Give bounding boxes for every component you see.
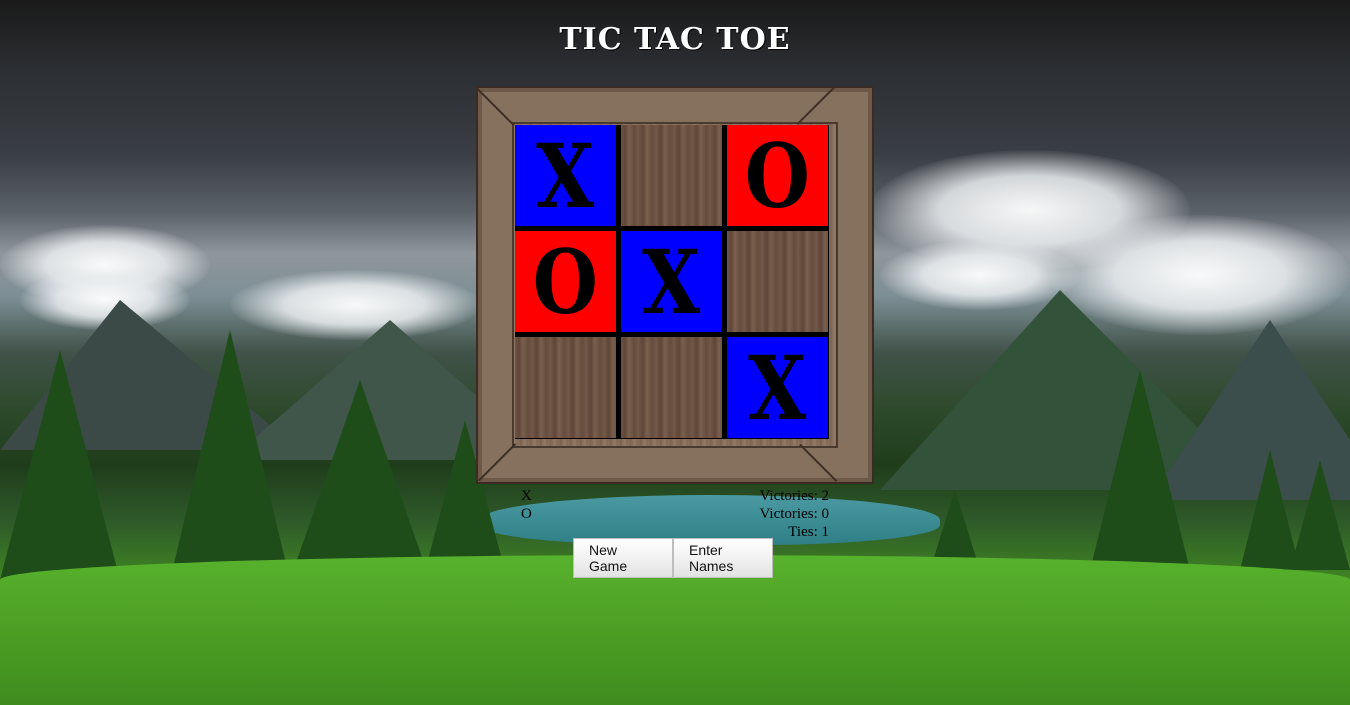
player-labels: X O	[521, 487, 532, 523]
board-cell-2[interactable]	[621, 125, 722, 226]
player-x-victories: Victories: 2	[759, 488, 830, 504]
cell-mark: O	[532, 231, 599, 332]
game-board: X O O X X	[515, 125, 829, 439]
new-game-button[interactable]: New Game	[573, 538, 673, 578]
board-cell-4[interactable]: O	[515, 231, 616, 332]
crate-corner-line	[799, 443, 838, 482]
crate-corner-line	[796, 86, 835, 125]
tree	[1090, 370, 1190, 570]
tree	[0, 350, 120, 580]
player-x-label: X	[521, 488, 532, 504]
crate-corner-line	[478, 443, 517, 482]
enter-names-button[interactable]: Enter Names	[673, 538, 773, 578]
board-cell-3[interactable]: O	[727, 125, 828, 226]
score-values: Victories: 2 Victories: 0 Ties: 1	[740, 487, 830, 541]
board-cell-7[interactable]	[515, 337, 616, 438]
page-title: TIC TAC TOE	[559, 22, 791, 57]
board-cell-1[interactable]: X	[515, 125, 616, 226]
cell-mark: X	[748, 337, 807, 438]
tree	[170, 330, 290, 580]
board-cell-9[interactable]: X	[727, 337, 828, 438]
board-cell-6[interactable]	[727, 231, 828, 332]
cell-mark: X	[642, 231, 701, 332]
tree	[1290, 460, 1350, 570]
tree	[290, 380, 430, 580]
board-cell-8[interactable]	[621, 337, 722, 438]
player-o-label: O	[521, 506, 532, 522]
cell-mark: X	[536, 125, 595, 226]
player-o-victories: Victories: 0	[759, 506, 830, 522]
button-row: New Game Enter Names	[573, 538, 773, 578]
board-cell-5[interactable]: X	[621, 231, 722, 332]
crate-corner-line	[476, 88, 515, 127]
cell-mark: O	[744, 125, 811, 226]
